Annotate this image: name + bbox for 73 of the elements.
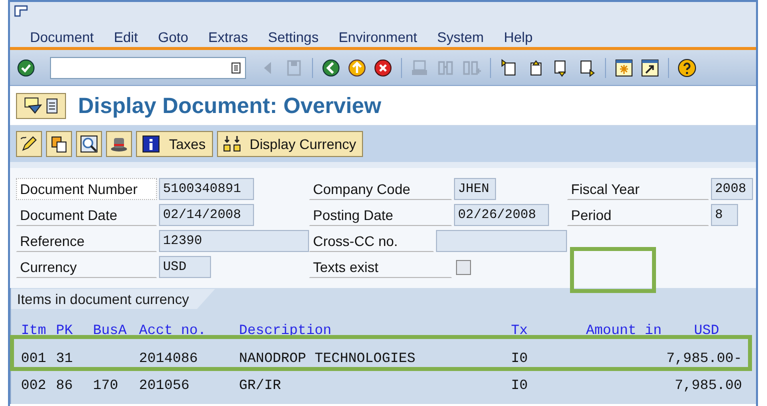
command-field[interactable] <box>50 56 246 78</box>
magnifier-icon <box>79 134 99 154</box>
table-cell-text: I0 <box>511 377 529 396</box>
value-field: 8 <box>711 204 738 226</box>
display-icon <box>24 96 44 114</box>
value-field: 02/26/2008 <box>454 204 549 226</box>
top-hat-button[interactable] <box>106 131 132 157</box>
table-cell-text: I0 <box>511 350 529 369</box>
back-icon[interactable] <box>321 58 341 78</box>
magnifier-button[interactable] <box>76 131 102 157</box>
column-header[interactable]: Itm <box>21 320 56 342</box>
table-cell-text: NANODROP TECHNOLOGIES <box>239 350 416 369</box>
field-label: Texts exist <box>309 256 452 278</box>
value-field: 5100340891 <box>159 178 254 200</box>
list-icon[interactable] <box>231 62 241 74</box>
document-icon <box>46 98 58 114</box>
table-cell-text: 31 <box>56 350 74 369</box>
field-label: Document Number <box>16 178 157 200</box>
menu-item[interactable]: Help <box>504 27 533 48</box>
screen-title: Display Document: Overview <box>78 92 382 120</box>
field-label: Posting Date <box>309 204 452 226</box>
column-header[interactable]: Acct no. <box>139 320 239 342</box>
new-window-icon[interactable] <box>614 58 634 78</box>
table-cell-text: GR/IR <box>239 377 282 396</box>
column-header[interactable]: PK <box>56 320 93 342</box>
table-cell-text: 001 <box>21 350 48 369</box>
copy-document-icon <box>49 134 69 154</box>
copy-document-button[interactable] <box>46 131 72 157</box>
menu-item[interactable]: Document <box>30 27 94 48</box>
cancel-icon[interactable] <box>373 58 393 78</box>
field-label: Period <box>567 204 709 226</box>
field-label: Company Code <box>309 178 452 200</box>
shortcut-window-icon[interactable] <box>640 58 660 78</box>
field-label: Fiscal Year <box>567 178 709 200</box>
enter-icon[interactable] <box>16 58 36 78</box>
menu-item[interactable]: Goto <box>158 27 188 48</box>
value-field: 2008 <box>711 178 753 200</box>
table-cell-text: 7,985.00 <box>674 377 742 396</box>
menu-item[interactable]: System <box>437 27 484 48</box>
exit-icon[interactable] <box>347 58 367 78</box>
table-cell-text: 7,985.00- <box>665 350 742 369</box>
value-field: JHEN <box>454 178 496 200</box>
menu-item[interactable]: Settings <box>268 27 319 48</box>
checkbox[interactable] <box>456 260 471 274</box>
table-cell-text: 2014086 <box>139 350 199 369</box>
column-header[interactable]: USD <box>694 320 754 342</box>
pencil-icon <box>19 134 39 154</box>
menu-icon[interactable] <box>14 5 28 17</box>
toolbar-toggle-button[interactable] <box>16 92 66 118</box>
sorting-blocks-icon <box>222 134 242 154</box>
column-header[interactable]: BusA <box>93 320 139 342</box>
menu-item[interactable]: Edit <box>114 27 138 48</box>
toolbar-button[interactable]: Taxes <box>136 131 213 157</box>
field-label: Document Date <box>16 204 157 226</box>
column-header[interactable]: Description <box>239 320 511 342</box>
value-field: USD <box>159 256 211 278</box>
value-field: 12390 <box>159 230 309 252</box>
table-cell-text: 002 <box>21 377 48 396</box>
info-icon <box>141 134 161 154</box>
table-cell-text: 201056 <box>139 377 190 396</box>
toolbar-button[interactable]: Display Currency <box>216 131 364 157</box>
column-header[interactable]: Amount in <box>586 320 694 342</box>
field-label: Cross-CC no. <box>309 230 434 252</box>
field-label: Reference <box>16 230 157 252</box>
menu-item[interactable]: Environment <box>338 27 418 48</box>
pencil-button[interactable] <box>16 131 42 157</box>
value-field: 02/14/2008 <box>159 204 254 226</box>
table-cell-text: 86 <box>56 377 74 396</box>
column-header[interactable]: Tx <box>511 320 586 342</box>
field-label: Currency <box>16 256 157 278</box>
help-icon[interactable] <box>677 58 697 78</box>
menu-item[interactable]: Extras <box>208 27 248 48</box>
table-cell-text: 170 <box>93 377 120 396</box>
